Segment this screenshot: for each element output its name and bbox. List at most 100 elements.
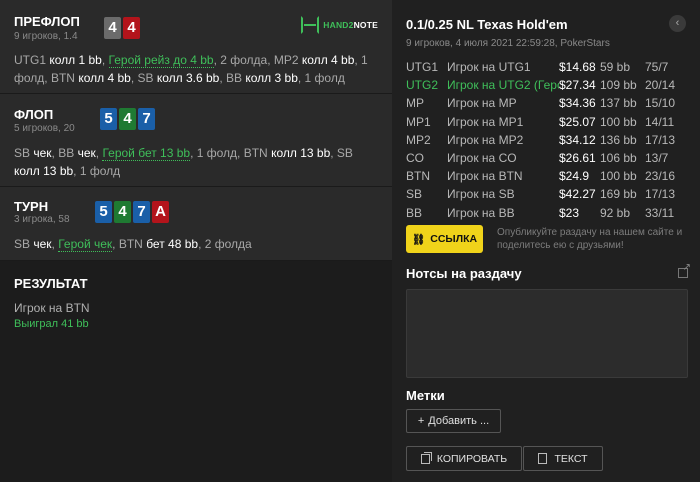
player-stats: 13/7 <box>645 151 669 166</box>
copy-icon <box>420 451 432 464</box>
player-name: Игрок на MP <box>447 96 517 111</box>
playing-card: 5 <box>95 201 112 223</box>
street-preflop: ПРЕФЛОП 9 игроков, 1.4 44 HAND2NOTE UTG1… <box>0 0 392 94</box>
player-row[interactable]: SB Игрок на SB $42.27 169 bb 17/13 <box>406 185 688 203</box>
playing-card: 4 <box>123 17 140 39</box>
winner-player: Игрок на BTN <box>14 301 90 315</box>
text-button[interactable]: ТЕКСТ <box>523 446 603 471</box>
playing-card: A <box>152 201 169 223</box>
hand2note-logo-icon <box>301 16 320 34</box>
player-name: Игрок на UTG2 (Герой) <box>447 78 559 93</box>
action-line: SB чек, Герой чек, BTN бет 48 bb, 2 фолд… <box>14 237 252 252</box>
result-title: РЕЗУЛЬТАТ <box>14 276 88 291</box>
player-position: SB <box>406 187 423 202</box>
hero-action: Герой чек <box>58 237 113 252</box>
player-position: BB <box>406 205 423 220</box>
result-section: РЕЗУЛЬТАТ Игрок на BTN Выиграл 41 bb <box>14 276 90 330</box>
street-title: ТУРН <box>14 199 49 214</box>
playing-card: 7 <box>133 201 150 223</box>
hand2note-logo: HAND2NOTE <box>301 16 378 34</box>
action-line: UTG1 колл 1 bb, Герой рейз до 4 bb, 2 фо… <box>14 53 368 85</box>
share-note: Опубликуйте раздачу на нашем сайте и под… <box>497 227 683 251</box>
players-table: UTG1 Игрок на UTG1 $14.68 59 bb 75/7 UTG2 Игро… <box>406 58 688 222</box>
player-stats: 17/13 <box>645 132 676 147</box>
player-stack-bb: 59 bb <box>600 60 631 75</box>
hero-action: Герой бет 13 bb <box>102 146 191 161</box>
street-flop: ФЛОП 5 игроков, 20 547 SB чек, BB чек, Г… <box>0 94 392 187</box>
external-link-icon[interactable] <box>678 262 691 278</box>
player-row[interactable]: BTN Игрок на BTN $24.9 100 bb 23/16 <box>406 167 688 185</box>
hand-history-panel: ПРЕФЛОП 9 игроков, 1.4 44 HAND2NOTE UTG1… <box>0 0 392 482</box>
player-stats: 33/11 <box>645 205 675 220</box>
playing-card: 4 <box>104 17 121 39</box>
playing-card: 4 <box>119 108 136 130</box>
player-position: UTG2 <box>406 78 439 93</box>
player-stats: 20/14 <box>645 78 676 93</box>
player-name: Игрок на BB <box>447 205 515 220</box>
copy-button[interactable]: КОПИРОВАТЬ <box>406 446 522 471</box>
player-stack-bb: 136 bb <box>600 132 637 147</box>
street-turn: ТУРН 3 игрока, 58 547A SB чек, Герой чек… <box>0 187 392 261</box>
player-name: Игрок на UTG1 <box>447 60 531 75</box>
street-info: 3 игрока, 58 <box>14 214 70 225</box>
street-title: ПРЕФЛОП <box>14 14 80 29</box>
street-info: 9 игроков, 1.4 <box>14 31 78 42</box>
player-stack: $42.27 <box>559 187 596 202</box>
player-row[interactable]: MP Игрок на MP $34.36 137 bb 15/10 <box>406 94 688 112</box>
back-button[interactable]: ‹ <box>669 15 686 32</box>
player-stats: 75/7 <box>645 60 669 75</box>
player-position: CO <box>406 151 424 166</box>
player-stack: $27.34 <box>559 78 596 93</box>
plus-icon: + <box>417 415 425 427</box>
player-name: Игрок на SB <box>447 187 515 202</box>
player-stack-bb: 106 bb <box>600 151 637 166</box>
player-row[interactable]: BB Игрок на BB $23 92 bb 33/11 <box>406 204 688 222</box>
player-row[interactable]: UTG2 Игрок на UTG2 (Герой)$27.34 109 bb 20/… <box>406 76 688 94</box>
player-position: MP <box>406 96 424 111</box>
add-tag-button[interactable]: + Добавить ... <box>406 409 501 433</box>
player-position: MP1 <box>406 114 431 129</box>
link-icon: ⛓ <box>411 233 426 246</box>
player-stack: $34.12 <box>559 132 596 147</box>
board-cards: 547 <box>100 108 155 130</box>
street-title: ФЛОП <box>14 107 54 122</box>
playing-card: 5 <box>100 108 117 130</box>
player-stack-bb: 100 bb <box>600 114 637 129</box>
player-stack: $26.61 <box>559 151 596 166</box>
playing-card: 7 <box>138 108 155 130</box>
notes-title: Нотсы на раздачу <box>406 266 522 281</box>
document-icon <box>538 453 548 464</box>
share-link-button[interactable]: ⛓ ССЫЛКА <box>406 225 483 253</box>
player-name: Игрок на CO <box>447 151 517 166</box>
hand-details-panel: 0.1/0.25 NL Texas Hold'em 9 игроков, 4 и… <box>392 0 700 482</box>
player-stack: $14.68 <box>559 60 596 75</box>
player-stack: $23 <box>559 205 580 220</box>
notes-textarea[interactable] <box>406 289 688 378</box>
board-cards: 547A <box>95 201 169 223</box>
player-stats: 14/11 <box>645 114 675 129</box>
playing-card: 4 <box>114 201 131 223</box>
player-position: MP2 <box>406 132 431 147</box>
player-stack-bb: 100 bb <box>600 169 637 184</box>
player-stack: $34.36 <box>559 96 596 111</box>
street-info: 5 игроков, 20 <box>14 123 75 134</box>
player-stack-bb: 137 bb <box>600 96 637 111</box>
player-stack-bb: 169 bb <box>600 187 637 202</box>
winner-amount: Выиграл 41 bb <box>14 318 89 330</box>
game-info: 9 игроков, 4 июля 2021 22:59:28, PokerSt… <box>406 38 610 49</box>
player-stack: $24.9 <box>559 169 590 184</box>
player-name: Игрок на MP1 <box>447 114 524 129</box>
player-row[interactable]: CO Игрок на CO $26.61 106 bb 13/7 <box>406 149 688 167</box>
board-cards: 44 <box>104 17 140 39</box>
player-row[interactable]: MP2 Игрок на MP2 $34.12 136 bb 17/13 <box>406 131 688 149</box>
player-row[interactable]: UTG1 Игрок на UTG1 $14.68 59 bb 75/7 <box>406 58 688 76</box>
player-stack: $25.07 <box>559 114 596 129</box>
player-stats: 23/16 <box>645 169 676 184</box>
logo-text: HAND2NOTE <box>323 20 378 30</box>
player-name: Игрок на MP2 <box>447 132 524 147</box>
player-row[interactable]: MP1 Игрок на MP1 $25.07 100 bb 14/11 <box>406 113 688 131</box>
player-position: BTN <box>406 169 430 184</box>
player-name: Игрок на BTN <box>447 169 523 184</box>
player-stack-bb: 92 bb <box>600 205 631 220</box>
player-position: UTG1 <box>406 60 439 75</box>
